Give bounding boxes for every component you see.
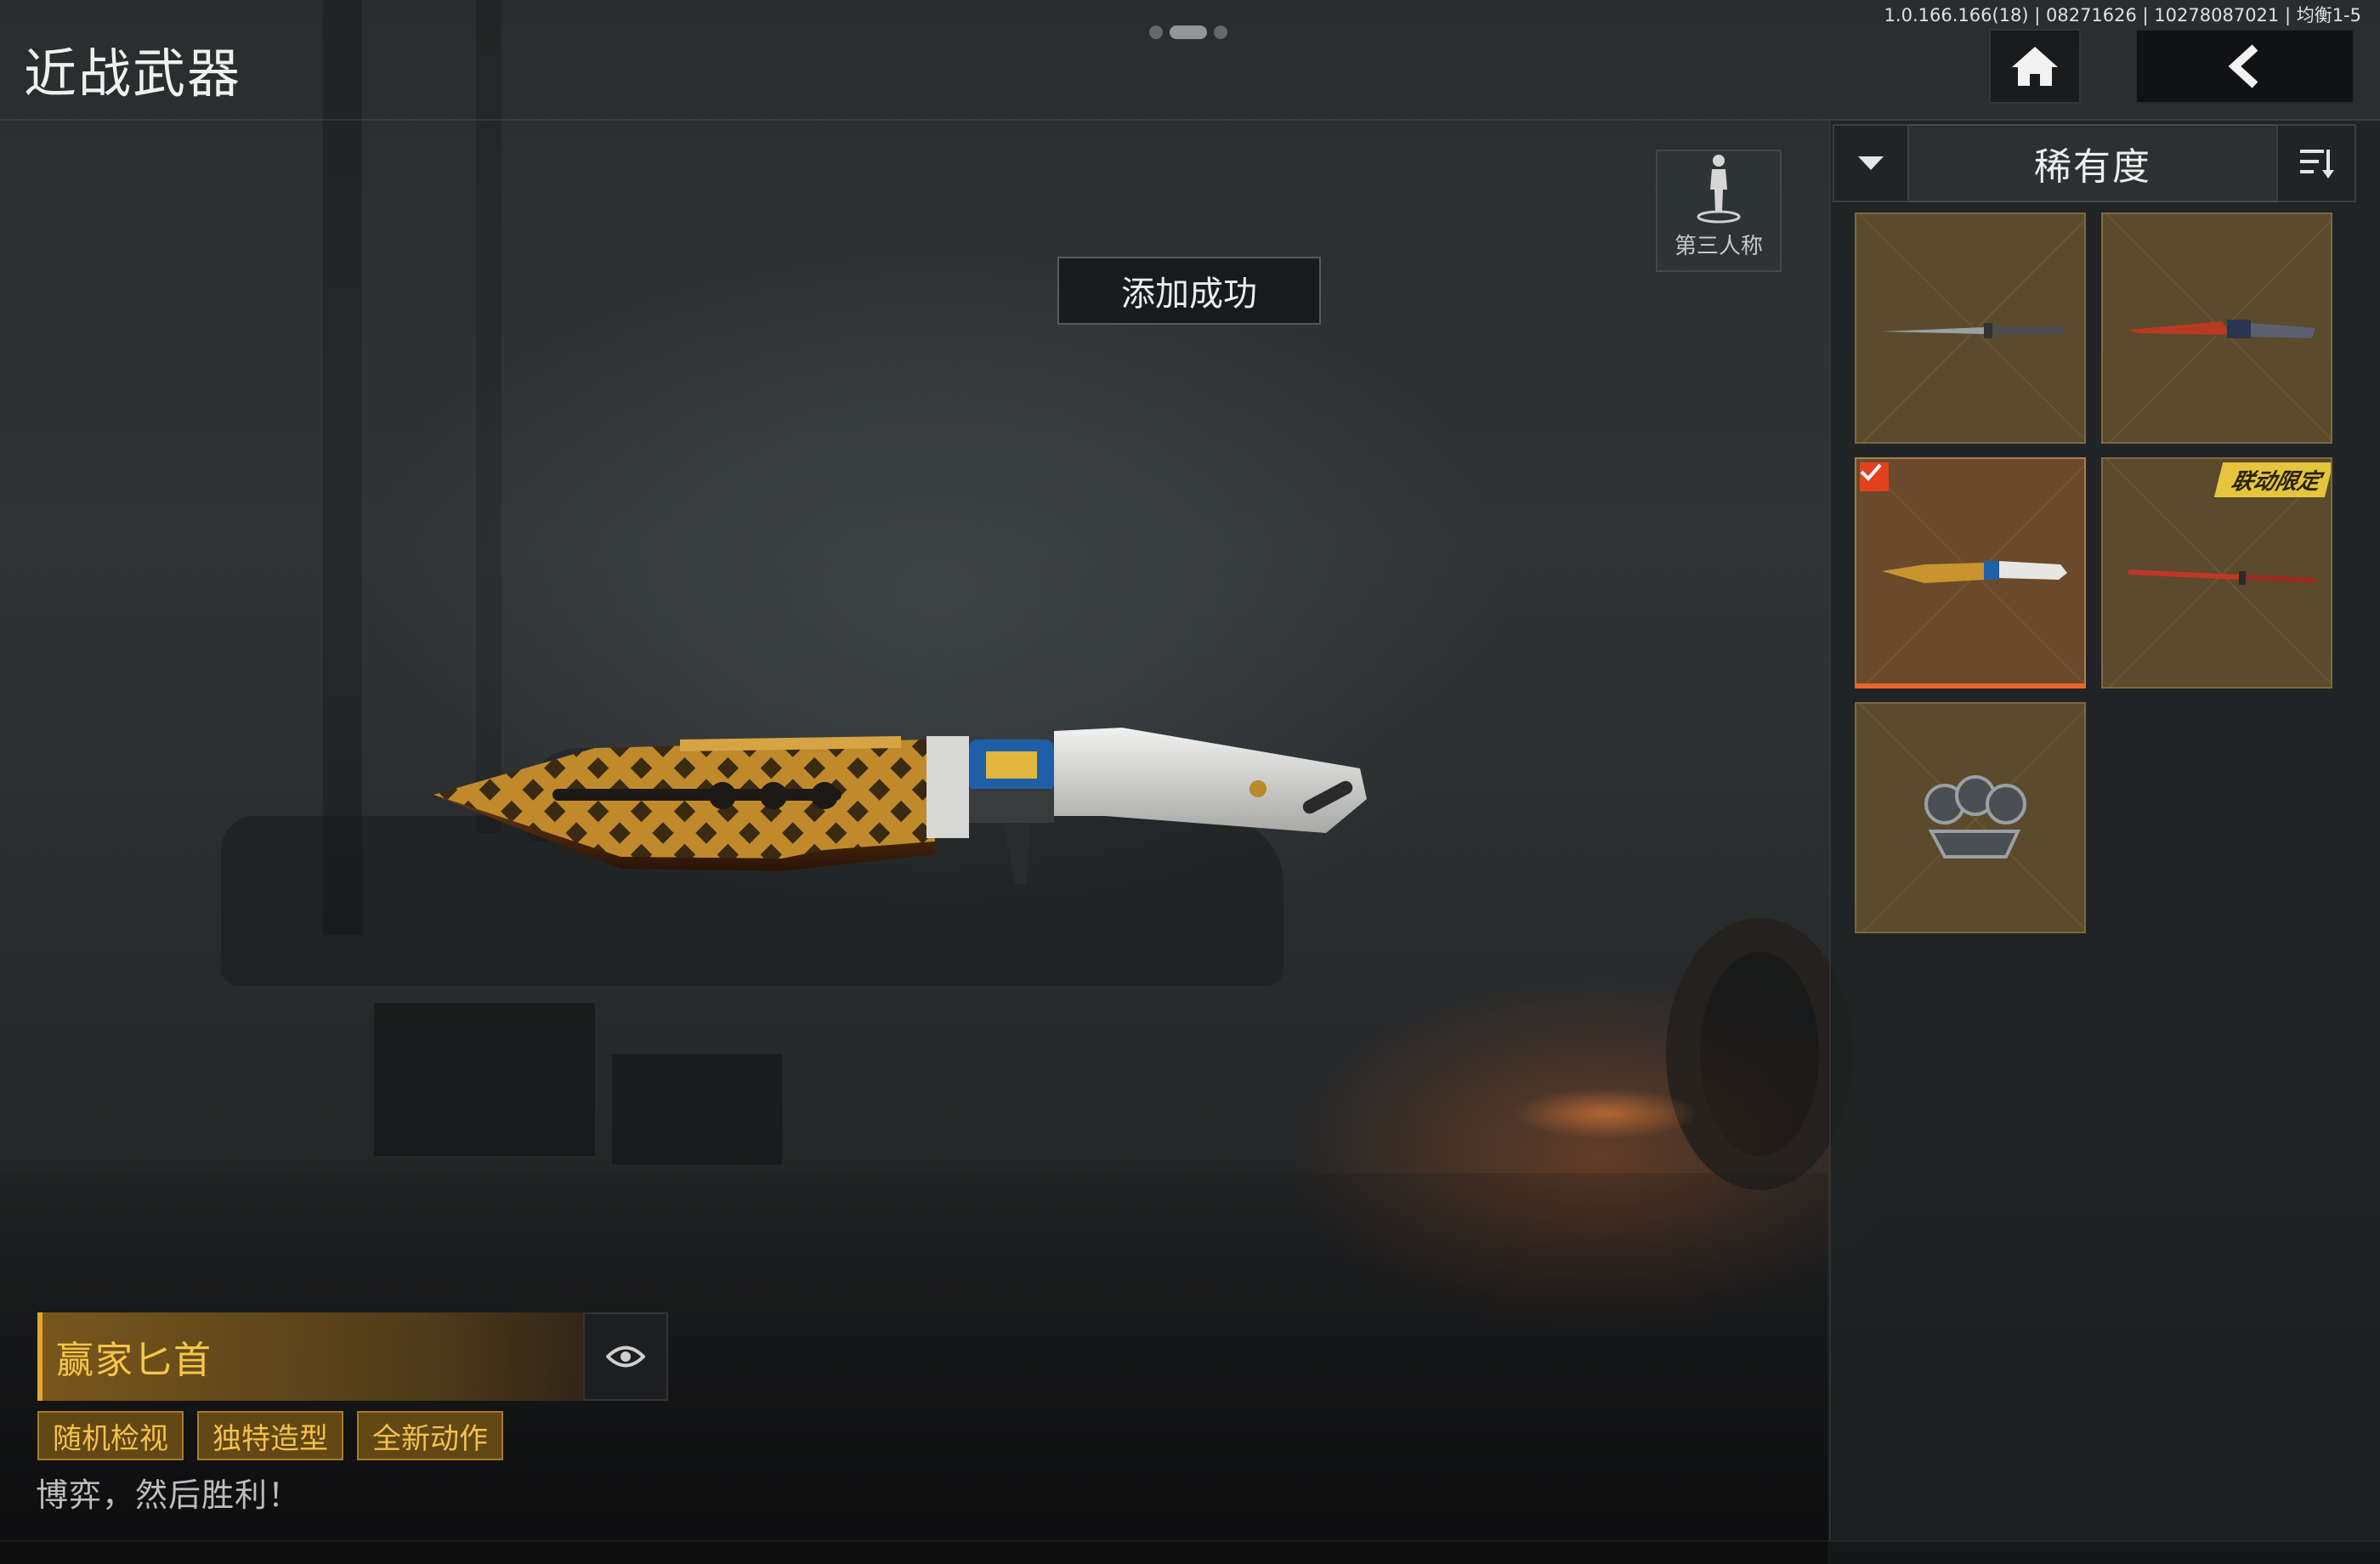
weapon-name: 赢家匕首 bbox=[37, 1312, 583, 1401]
home-icon bbox=[2012, 47, 2058, 86]
sort-bar: 稀有度 bbox=[1833, 124, 2356, 202]
knuckles-thumbnail bbox=[1924, 775, 2026, 858]
red-blade-thumbnail bbox=[2128, 320, 2315, 338]
background-crate bbox=[612, 1054, 782, 1164]
home-button[interactable] bbox=[1989, 29, 2081, 104]
status-text: 1.0.166.166(18) | 08271626 | 10278087021… bbox=[1884, 5, 2361, 26]
winner-dagger-thumbnail bbox=[1882, 561, 2067, 583]
toast-message: 添加成功 bbox=[1057, 257, 1321, 325]
sort-order-button[interactable] bbox=[2276, 124, 2356, 202]
limited-edition-badge: 联动限定 bbox=[2213, 462, 2331, 497]
eye-icon bbox=[606, 1346, 645, 1368]
page-dot-active bbox=[1170, 26, 1207, 39]
inventory-item-winner-dagger[interactable] bbox=[1855, 457, 2086, 688]
inventory-item-red-blade[interactable] bbox=[2101, 212, 2332, 444]
back-button[interactable] bbox=[2135, 29, 2354, 104]
background-fire-glow bbox=[1513, 1088, 1700, 1139]
bayonet-thumbnail bbox=[1882, 323, 2062, 338]
background-crate bbox=[374, 1003, 595, 1156]
weapon-tag: 随机检视 bbox=[37, 1411, 184, 1460]
page-title: 近战武器 bbox=[24, 42, 242, 105]
weapon-tag: 全新动作 bbox=[357, 1411, 503, 1460]
sort-order-icon bbox=[2300, 150, 2334, 178]
background-tire bbox=[1666, 918, 1853, 1190]
inventory-item-red-katana[interactable]: 联动限定 bbox=[2101, 457, 2332, 688]
top-bar: 近战武器 1.0.166.166(18) | 08271626 | 102780… bbox=[0, 0, 2380, 121]
inventory-item-knuckles[interactable] bbox=[1855, 702, 2086, 933]
inventory-item-bayonet[interactable] bbox=[1855, 212, 2086, 444]
background-structure bbox=[476, 0, 502, 833]
sort-dropdown-button[interactable] bbox=[1833, 124, 1909, 202]
chevron-down-icon bbox=[1858, 156, 1884, 170]
page-dot bbox=[1149, 26, 1163, 39]
divider bbox=[0, 1540, 2380, 1542]
weapon-tags: 随机检视 独特造型 全新动作 bbox=[37, 1411, 503, 1460]
sort-label[interactable]: 稀有度 bbox=[1909, 124, 2276, 202]
weapon-preview bbox=[434, 728, 1367, 884]
background-structure bbox=[323, 0, 362, 935]
weapon-description: 博弈，然后胜利！ bbox=[36, 1476, 302, 1514]
view-toggle-button[interactable]: 第三人称 bbox=[1656, 150, 1782, 272]
view-toggle-label: 第三人称 bbox=[1674, 234, 1763, 259]
page-dot bbox=[1214, 26, 1227, 39]
page-indicator bbox=[1149, 26, 1227, 39]
preview-button[interactable] bbox=[583, 1312, 668, 1401]
person-icon bbox=[1697, 155, 1741, 224]
selected-checkmark-icon bbox=[1860, 462, 1889, 491]
weapon-tag: 独特造型 bbox=[197, 1411, 343, 1460]
back-arrow-icon bbox=[2228, 44, 2258, 88]
